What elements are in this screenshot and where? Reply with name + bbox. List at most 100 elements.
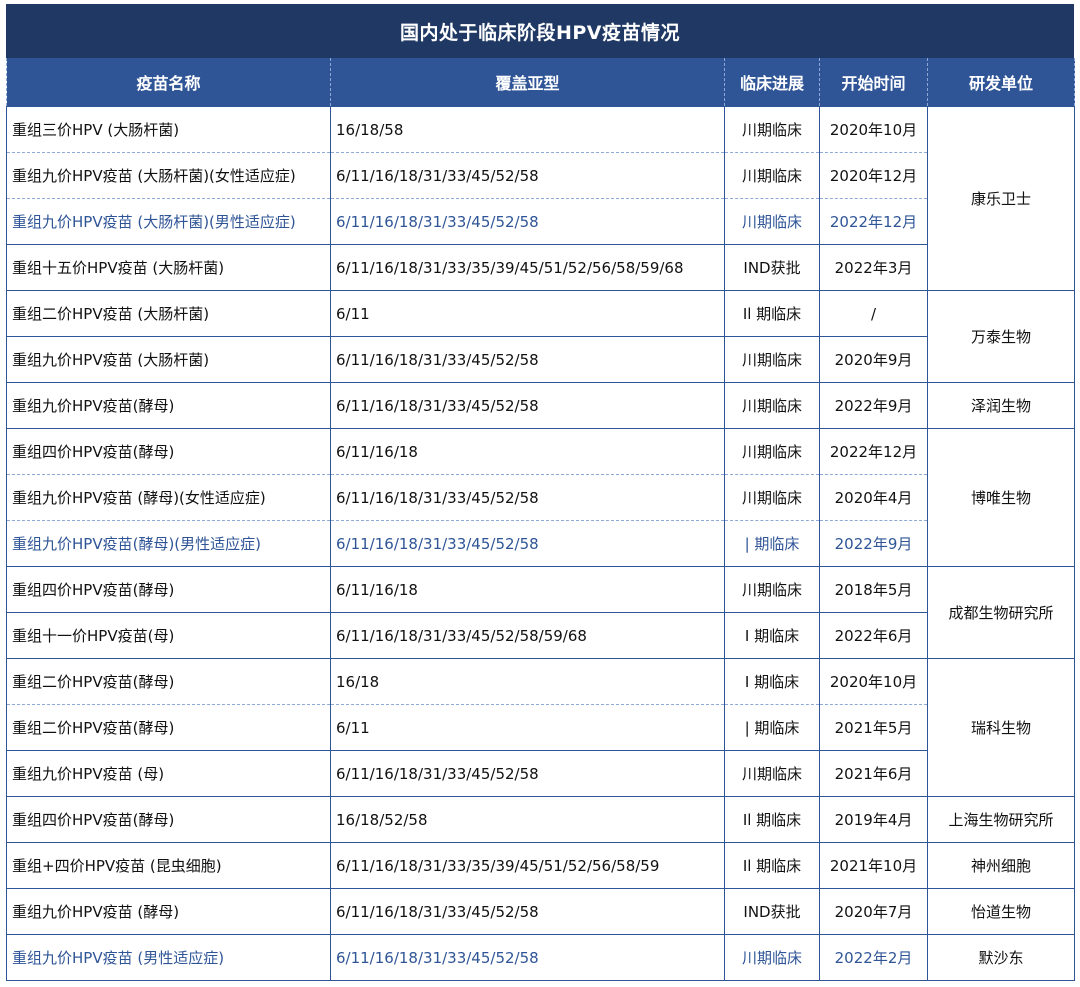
header-developer: 研发单位 [927, 58, 1075, 107]
developer-cell: 泽润生物 [927, 382, 1075, 429]
stage-cell: IND获批 [724, 244, 820, 291]
table-row: 重组四价HPV疫苗(酵母) 6/11/16/18 川期临床 2018年5月 成都… [6, 566, 1075, 659]
subtypes-cell: 6/11/16/18/31/33/45/52/58 [330, 336, 725, 383]
subtypes-cell: 6/11/16/18 [330, 428, 725, 475]
vaccine-name-cell: 重组九价HPV疫苗 (大肠杆菌)(女性适应症) [6, 152, 331, 199]
start-cell: 2021年6月 [819, 750, 928, 797]
stage-cell: 川期临床 [724, 474, 820, 521]
stage-cell: 川期临床 [724, 152, 820, 199]
subtypes-cell: 16/18/52/58 [330, 796, 725, 843]
vaccine-name-cell: 重组九价HPV疫苗 (大肠杆菌) [6, 336, 331, 383]
stage-cell: Il 期临床 [724, 842, 820, 889]
stage-cell: 川期临床 [724, 106, 820, 153]
vaccine-name-cell: 重组二价HPV疫苗(酵母) [6, 704, 331, 751]
developer-cell: 万泰生物 [927, 290, 1075, 383]
start-cell: 2022年12月 [819, 428, 928, 475]
start-cell: 2021年5月 [819, 704, 928, 751]
stage-cell: I 期临床 [724, 658, 820, 705]
table-title: 国内处于临床阶段HPV疫苗情况 [6, 4, 1074, 58]
vaccine-name-cell: 重组九价HPV疫苗 (男性适应症) [6, 934, 331, 981]
vaccine-name-cell: 重组二价HPV疫苗(酵母) [6, 658, 331, 705]
developer-cell: 怡道生物 [927, 888, 1075, 935]
vaccine-name-cell: 重组九价HPV疫苗(酵母)(男性适应症) [6, 520, 331, 567]
subtypes-cell: 6/11/16/18/31/33/45/52/58 [330, 888, 725, 935]
vaccine-name-cell: 重组十五价HPV疫苗 (大肠杆菌) [6, 244, 331, 291]
start-cell: 2022年2月 [819, 934, 928, 981]
subtypes-cell: 6/11/16/18/31/33/45/52/58 [330, 520, 725, 567]
stage-cell: 川期临床 [724, 198, 820, 245]
header-clinical-stage: 临床进展 [724, 58, 820, 107]
subtypes-cell: 16/18 [330, 658, 725, 705]
vaccine-table-container: 国内处于临床阶段HPV疫苗情况 疫苗名称 覆盖亚型 临床进展 开始时间 研发单位… [6, 4, 1075, 981]
table-row: 重组+四价HPV疫苗 (昆虫细胞) 6/11/16/18/31/33/35/39… [6, 842, 1075, 889]
subtypes-cell: 6/11/16/18/31/33/35/39/45/51/52/56/58/59 [330, 842, 725, 889]
developer-cell: 默沙东 [927, 934, 1075, 981]
start-cell: 2019年4月 [819, 796, 928, 843]
start-cell: 2020年10月 [819, 658, 928, 705]
subtypes-cell: 6/11/16/18/31/33/45/52/58 [330, 474, 725, 521]
subtypes-cell: 6/11/16/18/31/33/45/52/58 [330, 382, 725, 429]
table-row: 重组四价HPV疫苗(酵母) 6/11/16/18 川期临床 2022年12月 博… [6, 428, 1075, 567]
vaccine-name-cell: 重组四价HPV疫苗(酵母) [6, 796, 331, 843]
start-cell: 2022年9月 [819, 382, 928, 429]
vaccine-name-cell: 重组九价HPV疫苗 (酵母) [6, 888, 331, 935]
table-row: 重组九价HPV疫苗(酵母) 6/11/16/18/31/33/45/52/58 … [6, 382, 1075, 429]
start-cell: 2020年7月 [819, 888, 928, 935]
stage-cell: 川期临床 [724, 750, 820, 797]
table-row: 重组九价HPV疫苗(酵母)(男性适应症) 6/11/16/18/31/33/45… [6, 520, 1075, 567]
vaccine-name-cell: 重组九价HPV疫苗 (母) [6, 750, 331, 797]
stage-cell: 川期临床 [724, 934, 820, 981]
table-row: 重组十五价HPV疫苗 (大肠杆菌) 6/11/16/18/31/33/35/39… [6, 244, 1075, 291]
start-cell: 2021年10月 [819, 842, 928, 889]
developer-cell: 博唯生物 [927, 428, 1075, 567]
hpv-vaccine-table: 疫苗名称 覆盖亚型 临床进展 开始时间 研发单位 重组三价HPV (大肠杆菌) … [6, 58, 1075, 981]
start-cell: 2018年5月 [819, 566, 928, 613]
subtypes-cell: 6/11/16/18 [330, 566, 725, 613]
vaccine-name-cell: 重组十一价HPV疫苗(母) [6, 612, 331, 659]
vaccine-name-cell: 重组四价HPV疫苗(酵母) [6, 566, 331, 613]
start-cell: 2022年3月 [819, 244, 928, 291]
stage-cell: 川期临床 [724, 382, 820, 429]
start-cell: 2022年9月 [819, 520, 928, 567]
stage-cell: I 期临床 [724, 612, 820, 659]
table-row: 重组九价HPV疫苗 (大肠杆菌)(女性适应症) 6/11/16/18/31/33… [6, 152, 1075, 199]
start-cell: 2020年9月 [819, 336, 928, 383]
table-row: 重组四价HPV疫苗(酵母) 16/18/52/58 Il 期临床 2019年4月… [6, 796, 1075, 843]
vaccine-name-cell: 重组+四价HPV疫苗 (昆虫细胞) [6, 842, 331, 889]
start-cell: 2020年12月 [819, 152, 928, 199]
vaccine-name-cell: 重组二价HPV疫苗 (大肠杆菌) [6, 290, 331, 337]
table-row: 重组九价HPV疫苗 (大肠杆菌) 6/11/16/18/31/33/45/52/… [6, 336, 1075, 383]
header-start-time: 开始时间 [819, 58, 928, 107]
stage-cell: Il 期临床 [724, 290, 820, 337]
subtypes-cell: 6/11/16/18/31/33/35/39/45/51/52/56/58/59… [330, 244, 725, 291]
subtypes-cell: 16/18/58 [330, 106, 725, 153]
vaccine-name-cell: 重组九价HPV疫苗(酵母) [6, 382, 331, 429]
subtypes-cell: 6/11 [330, 704, 725, 751]
start-cell: 2022年6月 [819, 612, 928, 659]
stage-cell: IND获批 [724, 888, 820, 935]
start-cell: 2020年4月 [819, 474, 928, 521]
developer-cell: 康乐卫士 [927, 106, 1075, 291]
header-subtypes: 覆盖亚型 [330, 58, 725, 107]
table-row: 重组九价HPV疫苗 (大肠杆菌)(男性适应症) 6/11/16/18/31/33… [6, 198, 1075, 245]
vaccine-name-cell: 重组九价HPV疫苗 (酵母)(女性适应症) [6, 474, 331, 521]
stage-cell: 川期临床 [724, 336, 820, 383]
subtypes-cell: 6/11/16/18/31/33/45/52/58 [330, 750, 725, 797]
start-cell: / [819, 290, 928, 337]
table-row: 重组二价HPV疫苗 (大肠杆菌) 6/11 Il 期临床 / 万泰生物 [6, 290, 1075, 383]
subtypes-cell: 6/11 [330, 290, 725, 337]
developer-cell: 成都生物研究所 [927, 566, 1075, 659]
start-cell: 2020年10月 [819, 106, 928, 153]
developer-cell: 上海生物研究所 [927, 796, 1075, 843]
subtypes-cell: 6/11/16/18/31/33/45/52/58 [330, 934, 725, 981]
subtypes-cell: 6/11/16/18/31/33/45/52/58/59/68 [330, 612, 725, 659]
stage-cell: 川期临床 [724, 566, 820, 613]
stage-cell: 川期临床 [724, 428, 820, 475]
developer-cell: 瑞科生物 [927, 658, 1075, 797]
header-row: 疫苗名称 覆盖亚型 临床进展 开始时间 研发单位 [6, 58, 1075, 107]
table-row: 重组九价HPV疫苗 (母) 6/11/16/18/31/33/45/52/58 … [6, 750, 1075, 797]
vaccine-name-cell: 重组九价HPV疫苗 (大肠杆菌)(男性适应症) [6, 198, 331, 245]
vaccine-name-cell: 重组三价HPV (大肠杆菌) [6, 106, 331, 153]
stage-cell: | 期临床 [724, 520, 820, 567]
table-row: 重组九价HPV疫苗 (男性适应症) 6/11/16/18/31/33/45/52… [6, 934, 1075, 981]
